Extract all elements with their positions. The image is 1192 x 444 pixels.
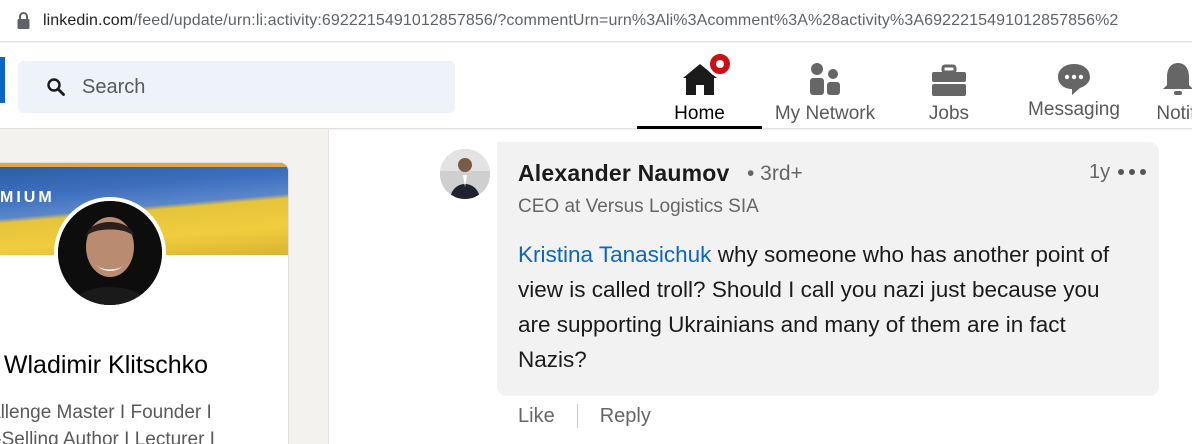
lock-icon [17,11,30,29]
nav-item-jobs[interactable]: Jobs [900,43,998,129]
nav-label-jobs: Jobs [928,103,970,124]
commenter-avatar[interactable] [440,149,490,199]
profile-headline: allenge Master I Founder I t-Selling Aut… [0,402,215,444]
active-indicator [637,126,762,129]
profile-avatar[interactable] [54,197,166,309]
global-nav: Search Home My Network Jobs Messaging No… [0,43,1192,129]
nav-item-home[interactable]: Home [637,43,762,129]
network-icon [806,57,844,97]
search-icon [47,78,65,96]
nav-item-messaging[interactable]: Messaging [1020,43,1128,129]
nav-label-messaging: Messaging [1028,99,1120,120]
profile-name[interactable]: . Wladimir Klitschko [0,351,208,380]
premium-border [0,163,288,167]
nav-label-my-network: My Network [774,103,876,124]
notification-badge [706,51,733,77]
comment-text: Kristina Tanasichuk why someone who has … [518,237,1138,377]
like-button[interactable]: Like [518,405,555,428]
nav-label-home: Home [674,103,725,124]
comment-author-headline: CEO at Versus Logistics SIA [518,196,759,217]
search-placeholder: Search [82,75,146,98]
reply-button[interactable]: Reply [600,405,651,428]
nav-label-notifications: Notifi [1156,103,1192,124]
profile-card[interactable]: MIUM . Wladimir Klitschko allenge Master… [0,163,288,444]
action-divider [576,404,578,428]
connection-degree: • 3rd+ [747,162,803,185]
comment-author-name[interactable]: Alexander Naumov [518,160,730,187]
home-icon [681,51,733,97]
bell-icon [1159,57,1192,97]
messaging-icon [1055,57,1093,97]
address-bar[interactable]: linkedin.com/feed/update/urn:li:activity… [0,0,1192,42]
briefcase-icon [930,57,968,97]
search-input[interactable]: Search [18,61,455,113]
premium-label: MIUM [0,189,55,206]
nav-item-notifications[interactable]: Notifi [1138,43,1192,129]
nav-item-my-network[interactable]: My Network [764,43,886,129]
url-text[interactable]: linkedin.com/feed/update/urn:li:activity… [43,12,1118,30]
comment-timestamp: 1y [1089,161,1111,183]
mention-link[interactable]: Kristina Tanasichuk [518,242,711,267]
more-options-icon[interactable] [1118,160,1146,184]
linkedin-logo[interactable] [0,57,5,103]
comment-actions: Like Reply [518,404,651,428]
